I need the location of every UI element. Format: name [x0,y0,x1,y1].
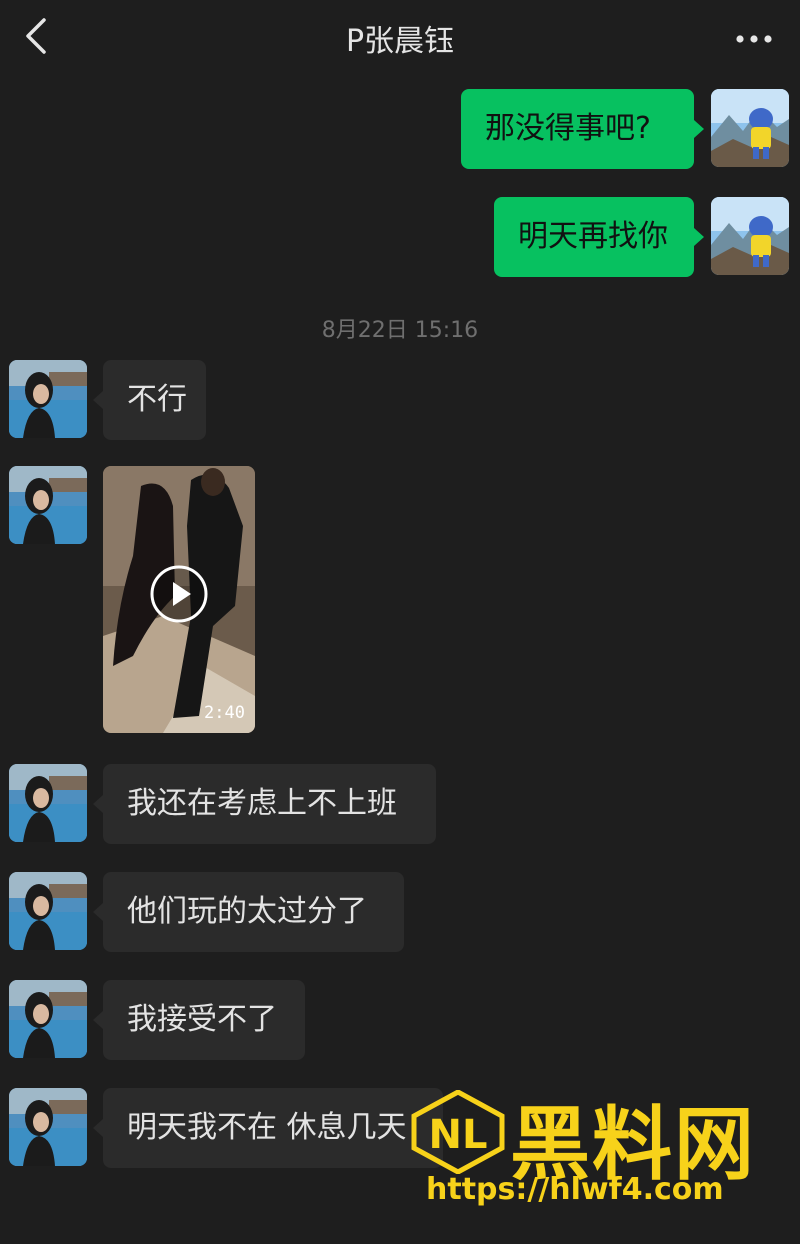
more-dots-icon [736,35,772,43]
message-text: 那没得事吧? [485,111,651,146]
video-duration: 2:40 [204,703,245,723]
bubble-tail [93,903,103,921]
play-icon[interactable] [149,564,209,624]
contact-avatar[interactable] [9,1088,87,1166]
message-text: 我接受不了 [127,1002,277,1037]
chat-title: P张晨钰 [345,24,455,59]
message-text: 明天我不在 休息几天 [127,1110,407,1145]
svg-text:NL: NL [429,1112,488,1158]
avatar-image [711,89,789,167]
avatar-image [9,980,87,1058]
bubble-tail [93,795,103,813]
avatar-image [9,360,87,438]
video-message[interactable]: 2:40 [103,466,255,733]
contact-avatar[interactable] [9,360,87,438]
watermark-logo-icon: NL [411,1090,505,1174]
sent-message-bubble[interactable]: 那没得事吧? [461,89,694,169]
contact-avatar[interactable] [9,466,87,544]
my-avatar[interactable] [711,89,789,167]
avatar-image [9,872,87,950]
contact-avatar[interactable] [9,980,87,1058]
received-message-bubble[interactable]: 他们玩的太过分了 [103,872,404,952]
bubble-tail [694,228,704,246]
received-message-bubble[interactable]: 我接受不了 [103,980,305,1060]
bubble-tail [93,391,103,409]
received-message-bubble[interactable]: 我还在考虑上不上班 [103,764,436,844]
watermark-url: https://hlwf4.com [426,1172,724,1207]
message-text: 明天再找你 [518,219,668,254]
avatar-image [9,764,87,842]
received-message-bubble[interactable]: 明天我不在 休息几天 [103,1088,443,1168]
message-text: 不行 [127,382,187,417]
avatar-image [9,466,87,544]
message-text: 他们玩的太过分了 [127,894,367,929]
message-text: 我还在考虑上不上班 [127,786,397,821]
bubble-tail [93,1011,103,1029]
contact-avatar[interactable] [9,764,87,842]
message-timestamp: 8月22日 15:16 [321,318,479,343]
avatar-image [711,197,789,275]
watermark: NL 黑料网 https://hlwf4.com [410,1088,800,1216]
avatar-image [9,1088,87,1166]
my-avatar[interactable] [711,197,789,275]
bubble-tail [93,1119,103,1137]
sent-message-bubble[interactable]: 明天再找你 [494,197,694,277]
more-options-button[interactable] [734,30,774,43]
contact-avatar[interactable] [9,872,87,950]
chat-header: P张晨钰 [0,0,800,80]
received-message-bubble[interactable]: 不行 [103,360,206,440]
bubble-tail [694,120,704,138]
